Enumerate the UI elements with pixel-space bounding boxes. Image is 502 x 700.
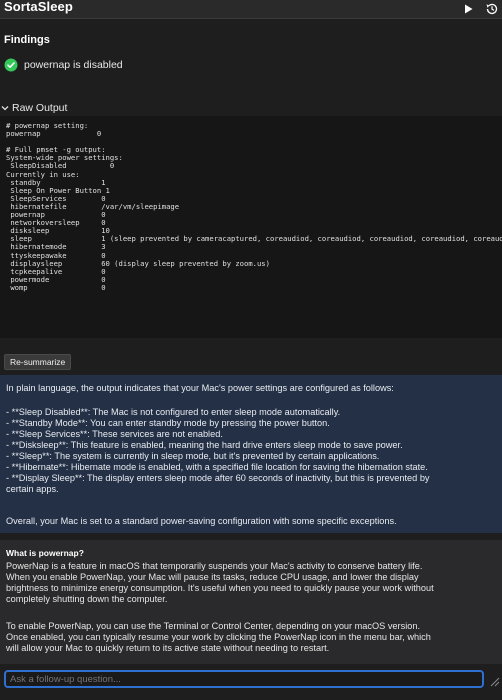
resize-handle-icon[interactable] — [488, 674, 500, 687]
findings-header: Findings — [4, 34, 50, 46]
finding-text: powernap is disabled — [24, 59, 123, 71]
qa-answer-line: Once enabled, you can typically resume y… — [6, 632, 431, 642]
summary-line: - **Standby Mode**: You can enter standb… — [6, 418, 330, 428]
qa-answer-line: will allow your Mac to quickly return to… — [6, 643, 330, 653]
summary-line: - **Sleep**: The system is currently in … — [6, 451, 380, 461]
summary-line: - **Sleep Services**: These services are… — [6, 429, 223, 439]
history-icon[interactable] — [482, 0, 502, 18]
raw-output-panel[interactable]: # powernap setting: powernap 0 # Full pm… — [0, 116, 502, 338]
summary-line: - **Sleep Disabled**: The Mac is not con… — [6, 407, 341, 417]
qa-question: What is powernap? — [6, 548, 84, 558]
followup-input[interactable] — [4, 670, 484, 688]
raw-output-text: # powernap setting: powernap 0 # Full pm… — [6, 121, 502, 292]
qa-answer-line: PowerNap is a feature in macOS that temp… — [6, 561, 423, 571]
qa-answer-line: brightness to minimize energy consumptio… — [6, 583, 434, 593]
qa-answer-line: When you enable PowerNap, your Mac will … — [6, 572, 419, 582]
raw-output-header: Raw Output — [12, 102, 68, 114]
chevron-down-icon — [0, 103, 10, 113]
qa-answer-line: To enable PowerNap, you can use the Term… — [6, 621, 421, 631]
summary-panel: In plain language, the output indicates … — [0, 375, 502, 533]
title-bar: SortaSleep — [0, 0, 502, 19]
app-title: SortaSleep — [4, 0, 73, 14]
play-icon[interactable] — [458, 0, 478, 18]
summary-line: In plain language, the output indicates … — [6, 383, 394, 393]
raw-output-toggle[interactable]: Raw Output — [0, 101, 67, 115]
summary-line: certain apps. — [6, 484, 59, 494]
check-circle-icon — [4, 58, 18, 72]
summary-line: Overall, your Mac is set to a standard p… — [6, 516, 397, 526]
summary-line: - **Display Sleep**: The display enters … — [6, 473, 430, 483]
qa-panel: What is powernap? PowerNap is a feature … — [0, 540, 502, 664]
resummarize-button[interactable]: Re-summarize — [4, 354, 72, 370]
finding-item: powernap is disabled — [4, 58, 123, 72]
summary-line: - **Hibernate**: Hibernate mode is enabl… — [6, 462, 428, 472]
qa-answer-line: completely shutting down the computer. — [6, 594, 168, 604]
summary-line: - **Disksleep**: This feature is enabled… — [6, 440, 403, 450]
